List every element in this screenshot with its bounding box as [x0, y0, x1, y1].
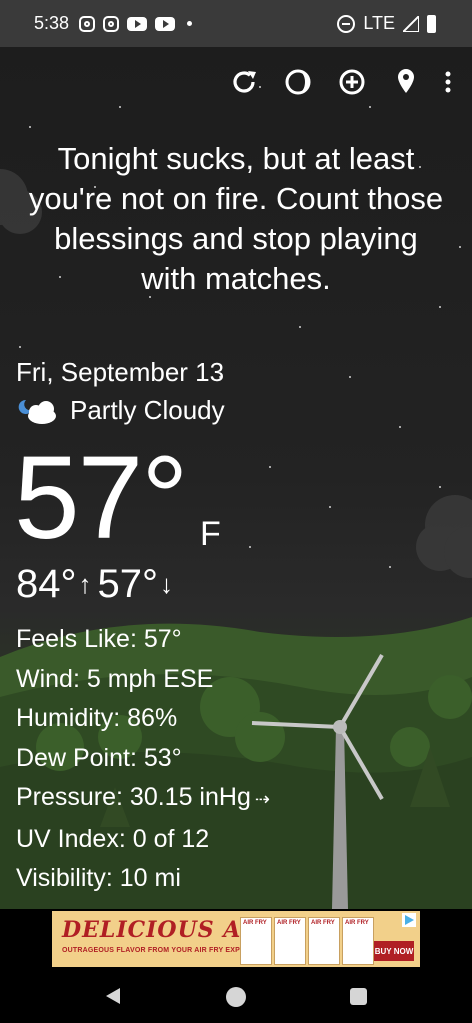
- location-pin-icon[interactable]: [386, 62, 426, 102]
- network-type: LTE: [363, 13, 395, 33]
- signal-icon: [403, 15, 419, 32]
- low-temp: 57°: [97, 562, 159, 606]
- pressure-text: Pressure: 30.15 inHg: [16, 783, 251, 811]
- dew-point: Dew Point: 53°: [16, 743, 182, 772]
- battery-icon: [427, 14, 436, 33]
- partly-cloudy-night-icon: [18, 399, 56, 424]
- condition-text: Partly Cloudy: [70, 395, 225, 425]
- weather-scene: Tonight sucks, but at least you're not o…: [0, 47, 472, 909]
- snarky-quote: Tonight sucks, but at least you're not o…: [28, 141, 444, 296]
- adchoices-icon[interactable]: [402, 913, 416, 927]
- current-temperature: 57°: [14, 432, 188, 564]
- add-location-icon[interactable]: [332, 62, 372, 102]
- recents-icon[interactable]: [350, 988, 367, 1005]
- forecast-date: Fri, September 13: [16, 357, 225, 387]
- condition: Partly Cloudy: [16, 395, 225, 426]
- wind: Wind: 5 mph ESE: [16, 664, 214, 693]
- ad-product: AIR FRY: [342, 917, 374, 965]
- ad-banner[interactable]: DELICIOUS AF OUTRAGEOUS FLAVOR FROM YOUR…: [52, 911, 420, 967]
- back-icon[interactable]: [104, 986, 122, 1006]
- ad-tagline: OUTRAGEOUS FLAVOR FROM YOUR AIR FRY EXPE…: [62, 947, 263, 954]
- dot-icon: [187, 21, 193, 26]
- feels-like: Feels Like: 57°: [16, 625, 182, 653]
- ad-bar: DELICIOUS AF OUTRAGEOUS FLAVOR FROM YOUR…: [0, 909, 472, 971]
- ad-product: AIR FRY: [240, 917, 272, 965]
- instagram-icon: [79, 15, 96, 32]
- temperature-unit[interactable]: F: [200, 515, 221, 554]
- up-arrow-icon: ↑: [78, 569, 92, 599]
- ad-buy-now-button[interactable]: BUY NOW: [374, 941, 414, 961]
- instagram-icon: [103, 15, 120, 32]
- high-low: 84° ↑ 57° ↓: [16, 562, 179, 607]
- visibility: Visibility: 10 mi: [16, 864, 181, 892]
- pressure: Pressure: 30.15 inHg ⇢: [16, 778, 270, 820]
- humidity: Humidity: 86%: [16, 704, 178, 732]
- more-vert-icon[interactable]: [436, 62, 460, 102]
- ad-product: AIR FRY: [308, 917, 340, 965]
- navigation-bar: [0, 971, 472, 1023]
- status-time: 5:38: [34, 13, 70, 33]
- theme-icon[interactable]: [278, 62, 318, 102]
- high-temp: 84°: [16, 562, 77, 606]
- weather-details: Feels Like: 57° Wind: 5 mph ESE Humidity…: [16, 620, 270, 899]
- home-icon[interactable]: [226, 987, 246, 1007]
- uv-index: UV Index: 0 of 12: [16, 824, 210, 853]
- youtube-icon: [155, 16, 176, 31]
- ad-product: AIR FRY: [274, 917, 306, 965]
- toolbar: [210, 62, 472, 102]
- pressure-trend-icon: ⇢: [254, 789, 270, 809]
- down-arrow-icon: ↓: [160, 569, 173, 599]
- ad-brand: DELICIOUS AF: [62, 917, 258, 943]
- status-bar: 5:38 LTE: [0, 0, 472, 47]
- youtube-icon: [127, 16, 148, 31]
- refresh-icon[interactable]: [224, 62, 264, 102]
- do-not-disturb-icon: [337, 14, 356, 33]
